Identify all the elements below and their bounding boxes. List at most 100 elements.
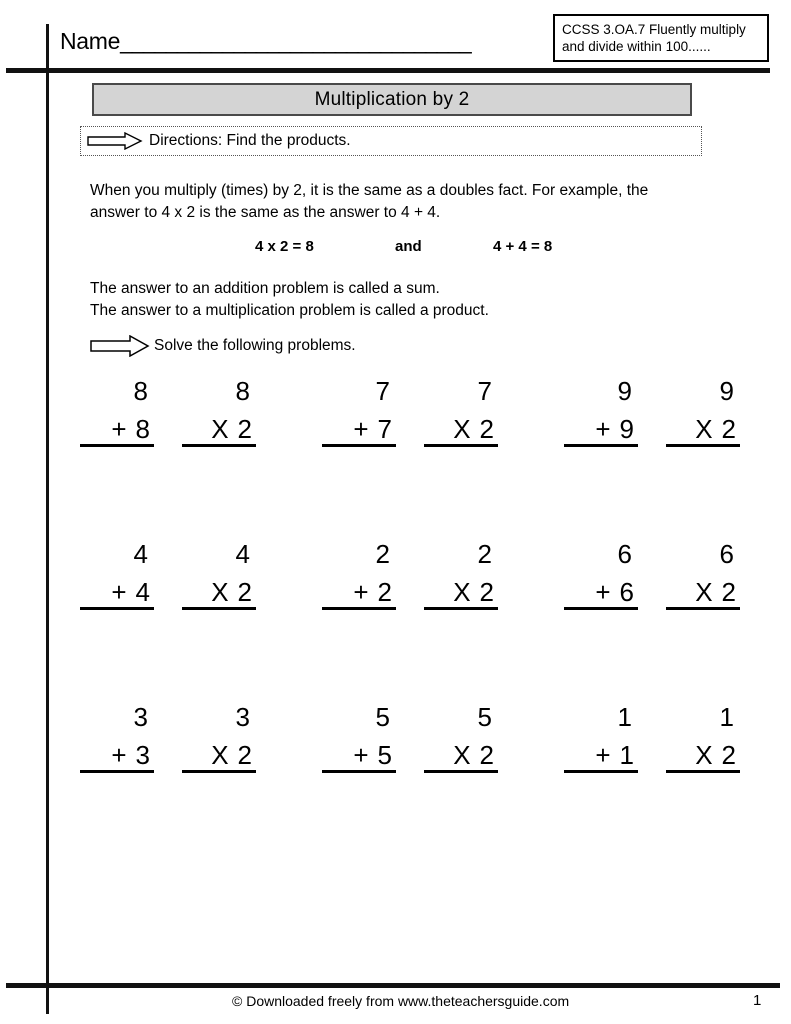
ccss-standard-text: CCSS 3.OA.7 Fluently multiply and divide… bbox=[562, 22, 746, 54]
ccss-standard-box: CCSS 3.OA.7 Fluently multiply and divide… bbox=[553, 14, 769, 62]
problem-bottom-line: X 2 bbox=[182, 579, 256, 610]
problem-bottom-operand: 1 bbox=[619, 740, 634, 770]
left-margin-line bbox=[46, 24, 49, 1014]
problem-bottom-operand: 2 bbox=[721, 414, 736, 444]
worksheet-page: Name_______________________________ CCSS… bbox=[0, 0, 791, 1024]
problem-bottom-operand: 2 bbox=[237, 414, 252, 444]
problem-multiplication[interactable]: 8 X 2 bbox=[182, 378, 256, 541]
problem-top-operand: 5 bbox=[477, 702, 492, 732]
problem-pair: 9 + 9 9 X 2 bbox=[564, 378, 740, 541]
problem-pair: 7 + 7 7 X 2 bbox=[322, 378, 498, 541]
problem-bottom-line: + 5 bbox=[322, 742, 396, 773]
problem-bottom-line: X 2 bbox=[424, 416, 498, 447]
name-blank-line: _______________________________ bbox=[120, 28, 472, 54]
problem-bottom-line: X 2 bbox=[424, 742, 498, 773]
problem-top-operand: 7 bbox=[375, 376, 390, 406]
problem-operator: + bbox=[353, 577, 369, 607]
problem-bottom-line: X 2 bbox=[666, 742, 740, 773]
problem-row: 3 + 3 3 X 2 5 + 5 5 X 2 1 + 1 1 X 2 bbox=[80, 704, 740, 867]
problem-operator: X bbox=[453, 577, 471, 607]
problem-operator: + bbox=[353, 740, 369, 770]
problem-top-operand: 6 bbox=[719, 539, 734, 569]
problem-bottom-operand: 6 bbox=[619, 577, 634, 607]
solve-instruction-row: Solve the following problems. bbox=[90, 335, 356, 357]
problem-operator: X bbox=[695, 740, 713, 770]
problem-bottom-operand: 2 bbox=[237, 740, 252, 770]
problem-bottom-line: + 2 bbox=[322, 579, 396, 610]
problem-bottom-line: + 9 bbox=[564, 416, 638, 447]
right-arrow-icon bbox=[87, 132, 143, 150]
problem-operator: X bbox=[211, 740, 229, 770]
problem-top-operand: 6 bbox=[617, 539, 632, 569]
problem-top-operand: 1 bbox=[617, 702, 632, 732]
problem-multiplication[interactable]: 6 X 2 bbox=[666, 541, 740, 704]
problem-top-operand: 4 bbox=[133, 539, 148, 569]
problem-multiplication[interactable]: 7 X 2 bbox=[424, 378, 498, 541]
problem-row: 8 + 8 8 X 2 7 + 7 7 X 2 9 + 9 9 X 2 bbox=[80, 378, 740, 541]
problem-addition[interactable]: 2 + 2 bbox=[322, 541, 396, 704]
problem-operator: + bbox=[595, 414, 611, 444]
problem-bottom-operand: 2 bbox=[237, 577, 252, 607]
problem-operator: + bbox=[353, 414, 369, 444]
problem-bottom-operand: 4 bbox=[135, 577, 150, 607]
problem-bottom-line: + 6 bbox=[564, 579, 638, 610]
problem-multiplication[interactable]: 4 X 2 bbox=[182, 541, 256, 704]
problem-bottom-operand: 2 bbox=[721, 740, 736, 770]
problem-operator: X bbox=[211, 414, 229, 444]
problem-multiplication[interactable]: 3 X 2 bbox=[182, 704, 256, 867]
problem-top-operand: 3 bbox=[235, 702, 250, 732]
problem-pair: 5 + 5 5 X 2 bbox=[322, 704, 498, 867]
solve-instruction-text: Solve the following problems. bbox=[154, 337, 356, 354]
problem-pair: 8 + 8 8 X 2 bbox=[80, 378, 256, 541]
problem-operator: X bbox=[695, 414, 713, 444]
problem-multiplication[interactable]: 1 X 2 bbox=[666, 704, 740, 867]
directions-box: Directions: Find the products. bbox=[80, 126, 702, 156]
problem-addition[interactable]: 8 + 8 bbox=[80, 378, 154, 541]
problem-addition[interactable]: 3 + 3 bbox=[80, 704, 154, 867]
problem-pair: 1 + 1 1 X 2 bbox=[564, 704, 740, 867]
problem-bottom-operand: 2 bbox=[721, 577, 736, 607]
page-title: Multiplication by 2 bbox=[314, 89, 470, 110]
problem-operator: + bbox=[111, 577, 127, 607]
problem-bottom-operand: 2 bbox=[479, 740, 494, 770]
problem-multiplication[interactable]: 2 X 2 bbox=[424, 541, 498, 704]
problem-bottom-line: + 8 bbox=[80, 416, 154, 447]
problem-addition[interactable]: 4 + 4 bbox=[80, 541, 154, 704]
right-arrow-icon bbox=[90, 335, 150, 357]
problem-operator: X bbox=[695, 577, 713, 607]
problem-bottom-operand: 2 bbox=[377, 577, 392, 607]
name-field[interactable]: Name_______________________________ bbox=[60, 28, 472, 55]
worksheet-title-banner: Multiplication by 2 bbox=[92, 83, 692, 116]
problem-bottom-line: X 2 bbox=[424, 579, 498, 610]
problem-pair: 4 + 4 4 X 2 bbox=[80, 541, 256, 704]
example-conjunction: and bbox=[395, 238, 422, 255]
problem-top-operand: 8 bbox=[235, 376, 250, 406]
directions-text: Directions: Find the products. bbox=[149, 132, 351, 149]
problem-addition[interactable]: 5 + 5 bbox=[322, 704, 396, 867]
problem-addition[interactable]: 1 + 1 bbox=[564, 704, 638, 867]
problem-pair: 2 + 2 2 X 2 bbox=[322, 541, 498, 704]
problem-pair: 6 + 6 6 X 2 bbox=[564, 541, 740, 704]
problem-multiplication[interactable]: 9 X 2 bbox=[666, 378, 740, 541]
problem-operator: X bbox=[453, 414, 471, 444]
name-label: Name bbox=[60, 28, 121, 54]
problem-pair: 3 + 3 3 X 2 bbox=[80, 704, 256, 867]
problem-top-operand: 2 bbox=[477, 539, 492, 569]
problem-bottom-operand: 8 bbox=[135, 414, 150, 444]
problem-bottom-line: X 2 bbox=[182, 742, 256, 773]
problem-addition[interactable]: 7 + 7 bbox=[322, 378, 396, 541]
problem-addition[interactable]: 6 + 6 bbox=[564, 541, 638, 704]
problem-top-operand: 7 bbox=[477, 376, 492, 406]
lesson-intro-text: When you multiply (times) by 2, it is th… bbox=[90, 182, 649, 221]
problem-bottom-line: + 7 bbox=[322, 416, 396, 447]
problem-multiplication[interactable]: 5 X 2 bbox=[424, 704, 498, 867]
problem-addition[interactable]: 9 + 9 bbox=[564, 378, 638, 541]
problem-bottom-line: + 1 bbox=[564, 742, 638, 773]
example-addition-equation: 4 + 4 = 8 bbox=[493, 238, 553, 255]
problem-bottom-operand: 2 bbox=[479, 414, 494, 444]
problem-bottom-line: X 2 bbox=[666, 579, 740, 610]
problem-operator: + bbox=[111, 414, 127, 444]
problem-bottom-line: X 2 bbox=[182, 416, 256, 447]
problem-bottom-operand: 9 bbox=[619, 414, 634, 444]
problem-top-operand: 9 bbox=[719, 376, 734, 406]
